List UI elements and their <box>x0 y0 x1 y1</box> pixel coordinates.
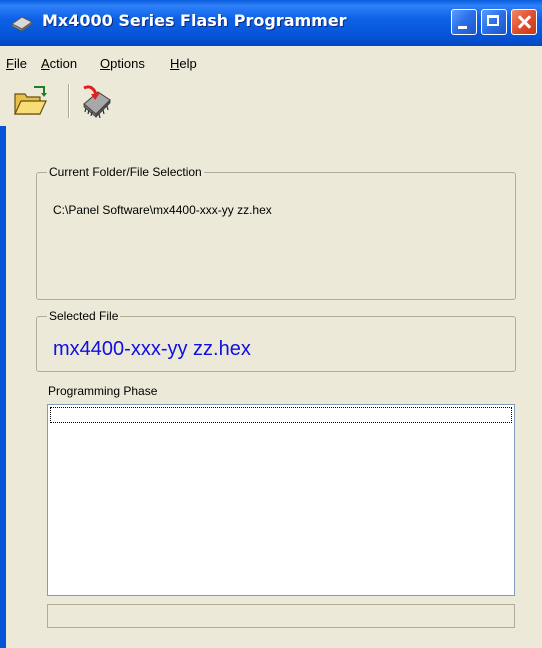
maximize-button[interactable] <box>481 9 507 35</box>
list-focus-item[interactable] <box>50 407 512 423</box>
status-bar <box>47 604 515 628</box>
current-selection-legend: Current Folder/File Selection <box>47 165 204 179</box>
chip-program-icon[interactable] <box>78 84 114 120</box>
menu-bar: File Action Options Help <box>0 47 542 75</box>
toolbar-separator <box>68 84 70 118</box>
open-folder-icon[interactable] <box>12 84 48 120</box>
window-title: Mx4000 Series Flash Programmer <box>42 11 347 30</box>
current-selection-group: Current Folder/File Selection C:\Panel S… <box>36 165 516 300</box>
app-chip-icon <box>11 16 33 32</box>
title-bar[interactable]: Mx4000 Series Flash Programmer <box>0 0 542 46</box>
menu-help[interactable]: Help <box>170 56 197 71</box>
programming-phase-label: Programming Phase <box>48 384 158 398</box>
selected-file-group: Selected File mx4400-xxx-yy zz.hex <box>36 309 516 372</box>
selected-file-legend: Selected File <box>47 309 121 323</box>
close-button[interactable] <box>511 9 537 35</box>
minimize-button[interactable] <box>451 9 477 35</box>
programming-phase-list[interactable] <box>47 404 515 596</box>
toolbar <box>0 76 542 126</box>
window-left-border <box>0 126 6 648</box>
menu-file[interactable]: File <box>6 56 27 71</box>
current-path-text: C:\Panel Software\mx4400-xxx-yy zz.hex <box>53 203 272 217</box>
app-window: Mx4000 Series Flash Programmer File Acti… <box>0 0 542 648</box>
menu-options[interactable]: Options <box>100 56 145 71</box>
menu-action[interactable]: Action <box>41 56 77 71</box>
selected-file-name: mx4400-xxx-yy zz.hex <box>53 338 251 360</box>
